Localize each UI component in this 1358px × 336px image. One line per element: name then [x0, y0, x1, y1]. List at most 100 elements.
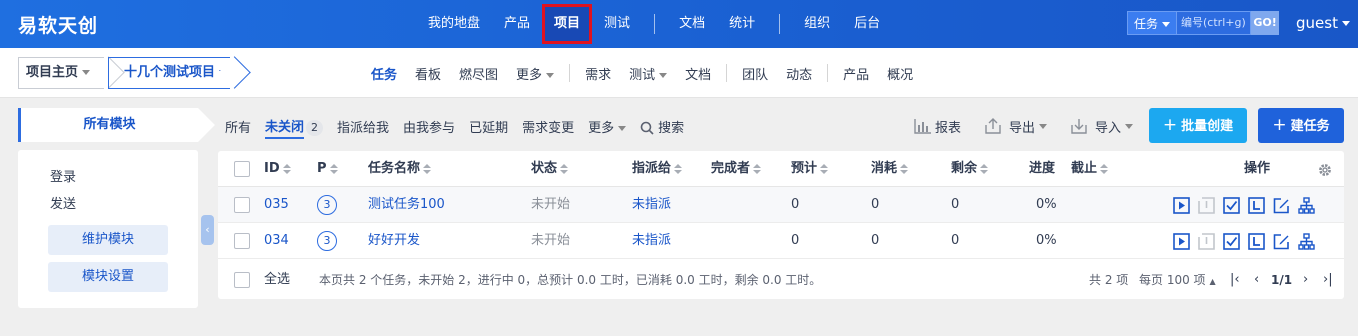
table-row[interactable]: 034 3 好好开发 未开始 未指派 0 0 0 0%	[218, 223, 1344, 259]
subtask-icon[interactable]	[1298, 233, 1315, 250]
go-button[interactable]: GO!	[1251, 11, 1280, 35]
batch-create-button[interactable]: + 批量创建	[1149, 108, 1247, 143]
col-consumed[interactable]: 消耗	[871, 151, 909, 187]
col-assigned[interactable]: 指派给	[632, 151, 683, 187]
subnav-doc[interactable]: 文档	[676, 64, 720, 83]
task-assign-link[interactable]: 未指派	[632, 223, 671, 259]
subnav-qa[interactable]: 测试	[620, 64, 676, 83]
module-tree-panel: 登录 发送 维护模块 模块设置	[18, 150, 198, 308]
col-finished-by[interactable]: 完成者	[711, 151, 762, 187]
col-deadline[interactable]: 截止	[1071, 151, 1109, 187]
subnav-view[interactable]: 概况	[878, 64, 922, 83]
select-all-checkbox[interactable]	[234, 272, 250, 288]
record-estimate-icon[interactable]	[1248, 233, 1265, 250]
chevron-down-icon	[1341, 21, 1350, 26]
nav-item-report[interactable]: 统计	[717, 0, 767, 48]
table-header-row: ID P 任务名称 状态 指派给 完成者 预计 消耗 剩余 进度 截止 操作	[218, 151, 1344, 187]
module-settings-button[interactable]: 模块设置	[48, 262, 168, 292]
select-all-label[interactable]: 全选	[264, 261, 290, 299]
all-modules-tab[interactable]: 所有模块	[18, 108, 198, 142]
subnav-burn[interactable]: 燃尽图	[450, 64, 507, 83]
nav-item-admin[interactable]: 后台	[842, 0, 892, 48]
close-task-icon[interactable]	[1223, 233, 1240, 250]
subnav-story[interactable]: 需求	[576, 64, 620, 83]
maintain-module-button[interactable]: 维护模块	[48, 225, 168, 255]
subnav-divider	[726, 64, 728, 82]
first-page-icon[interactable]: |‹	[1230, 261, 1240, 299]
filter-more[interactable]: 更多	[581, 117, 633, 136]
filter-unclosed[interactable]: 未关闭 2	[258, 116, 330, 139]
edit-icon[interactable]	[1273, 197, 1290, 214]
edit-icon[interactable]	[1273, 233, 1290, 250]
next-page-icon[interactable]: ›	[1303, 261, 1308, 299]
subnav-more[interactable]: 更多	[507, 64, 563, 83]
nav-item-company[interactable]: 组织	[792, 0, 842, 48]
plus-icon: +	[1162, 115, 1178, 135]
nav-divider	[779, 14, 781, 34]
search-type-select[interactable]: 任务	[1127, 11, 1178, 35]
brand-logo[interactable]: 易软天创	[18, 11, 98, 38]
nav-item-product[interactable]: 产品	[492, 0, 542, 48]
filter-delayed[interactable]: 已延期	[462, 117, 515, 136]
import-button[interactable]: 导入	[1061, 117, 1141, 136]
subnav-team[interactable]: 团队	[733, 64, 777, 83]
task-id-link[interactable]: 034	[264, 223, 289, 259]
sort-icon	[560, 163, 569, 174]
nav-item-qa[interactable]: 测试	[592, 0, 642, 48]
filter-involved[interactable]: 由我参与	[396, 117, 462, 136]
row-checkbox[interactable]	[234, 197, 250, 213]
chevron-down-icon	[1125, 123, 1134, 129]
breadcrumb-project-select[interactable]: 十几个测试项目	[108, 57, 230, 89]
search-input[interactable]: 编号(ctrl+g)	[1177, 11, 1252, 35]
export-button[interactable]: 导出	[975, 117, 1055, 136]
sort-icon	[329, 163, 338, 174]
col-name[interactable]: 任务名称	[368, 151, 432, 187]
chevron-down-icon	[546, 72, 555, 78]
subnav-kanban[interactable]: 看板	[406, 64, 450, 83]
priority-cell: 3	[317, 187, 337, 223]
nav-item-doc[interactable]: 文档	[667, 0, 717, 48]
nav-item-my[interactable]: 我的地盘	[416, 0, 492, 48]
close-task-icon[interactable]	[1223, 197, 1240, 214]
task-status: 未开始	[531, 197, 571, 212]
task-name-link[interactable]: 好好开发	[368, 223, 420, 259]
filter-assigned-to-me[interactable]: 指派给我	[330, 117, 396, 136]
record-estimate-icon[interactable]	[1248, 197, 1265, 214]
filter-story-changed[interactable]: 需求变更	[515, 117, 581, 136]
filter-all[interactable]: 所有	[218, 117, 258, 136]
subnav-product[interactable]: 产品	[834, 64, 878, 83]
table-row[interactable]: 035 3 测试任务100 未开始 未指派 0 0 0 0%	[218, 187, 1344, 223]
col-actions: 操作	[1244, 161, 1271, 176]
subnav-dynamic[interactable]: 动态	[777, 64, 821, 83]
sort-icon	[282, 163, 291, 174]
module-item-send[interactable]: 发送	[50, 193, 76, 212]
task-assign-link[interactable]: 未指派	[632, 187, 671, 223]
task-name-link[interactable]: 测试任务100	[368, 187, 445, 223]
breadcrumb-project-home[interactable]: 项目主页	[18, 57, 104, 89]
col-estimate[interactable]: 预计	[791, 151, 829, 187]
prev-page-icon[interactable]: ‹	[1254, 261, 1259, 299]
select-all-header-checkbox[interactable]	[234, 161, 250, 177]
col-id[interactable]: ID	[264, 151, 291, 187]
task-id-link[interactable]: 035	[264, 187, 289, 223]
user-menu[interactable]: guest	[1296, 14, 1350, 32]
subnav-task[interactable]: 任务	[362, 64, 406, 83]
start-icon[interactable]	[1173, 197, 1190, 214]
search-toggle[interactable]: 搜索	[633, 117, 691, 136]
create-task-button[interactable]: + 建任务	[1258, 108, 1344, 143]
sort-icon	[674, 163, 683, 174]
row-checkbox[interactable]	[234, 233, 250, 249]
gear-icon[interactable]	[1318, 163, 1332, 177]
module-item-login[interactable]: 登录	[50, 166, 76, 185]
col-pri[interactable]: P	[317, 151, 338, 187]
sidebar-collapse-handle[interactable]: ‹	[201, 215, 214, 245]
subtask-icon[interactable]	[1298, 197, 1315, 214]
start-icon[interactable]	[1173, 233, 1190, 250]
nav-item-project[interactable]: 项目	[542, 4, 593, 44]
report-button[interactable]: 报表	[906, 117, 969, 136]
last-page-icon[interactable]: ›|	[1323, 261, 1333, 299]
col-progress[interactable]: 进度	[1029, 151, 1055, 187]
col-left[interactable]: 剩余	[951, 151, 989, 187]
col-status[interactable]: 状态	[531, 151, 569, 187]
per-page-select[interactable]: 每页 100 项 ▲	[1139, 261, 1216, 301]
